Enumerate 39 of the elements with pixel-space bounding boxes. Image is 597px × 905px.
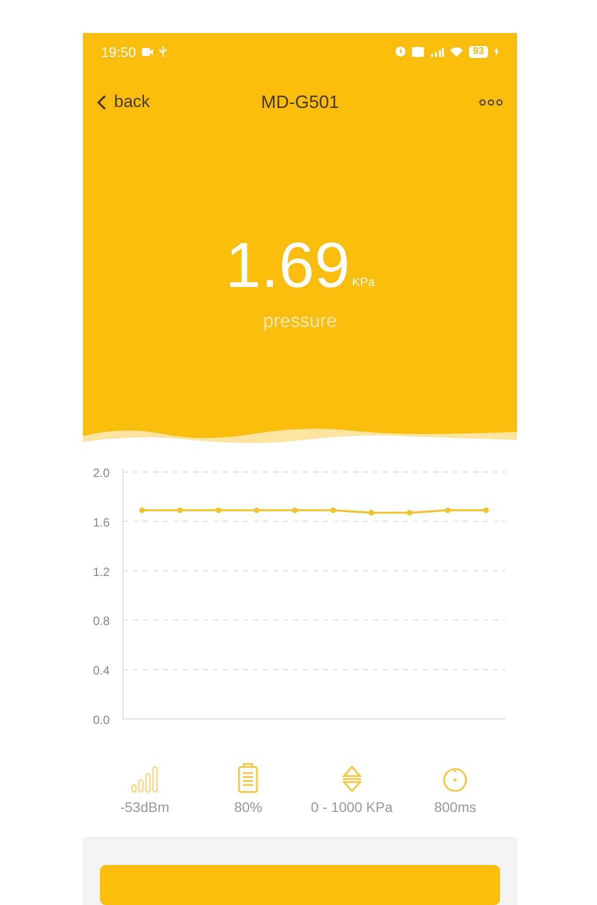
y-tick-label: 0.0: [93, 713, 110, 728]
stat-value: 80%: [234, 799, 262, 816]
y-tick-label: 0.8: [93, 614, 110, 629]
status-time: 19:50: [101, 44, 136, 60]
alarm-icon: [394, 46, 406, 57]
data-point: [254, 508, 260, 514]
device-title: MD-G501: [260, 92, 340, 112]
pressure-value: 1.69: [225, 233, 350, 297]
reading-label: pressure: [263, 311, 337, 333]
stat-value: 0 - 1000 KPa: [310, 799, 393, 816]
range-icon: [340, 765, 363, 794]
y-tick-label: 1.6: [93, 516, 110, 530]
usb-icon: [159, 46, 168, 57]
data-point: [368, 510, 374, 516]
data-point: [483, 508, 489, 514]
y-tick-label: 0.4: [93, 664, 110, 678]
chevron-left-icon: [97, 94, 106, 110]
camera-icon: [142, 48, 154, 56]
data-point: [406, 510, 412, 516]
charging-icon: [494, 47, 499, 56]
battery-level: 93: [468, 46, 488, 58]
unit-label: KPa: [352, 275, 375, 289]
more-icon[interactable]: [478, 98, 503, 106]
timer-icon: [442, 767, 468, 794]
back-button[interactable]: back: [97, 92, 232, 112]
data-point: [330, 508, 336, 514]
data-point: [177, 508, 184, 514]
data-point: [216, 508, 222, 514]
y-tick-label: 1.2: [93, 565, 110, 580]
signal-icon: [130, 765, 160, 794]
y-tick-label: 2.0: [93, 466, 110, 480]
stat-value: -53dBm: [120, 799, 170, 816]
data-point: [139, 508, 145, 514]
battery-icon: [237, 763, 260, 794]
stat-value: 800ms: [434, 799, 476, 816]
wifi-icon: [450, 46, 463, 56]
data-point: [292, 508, 298, 514]
data-point: [444, 508, 451, 514]
cellular-signal-icon: [430, 46, 444, 56]
